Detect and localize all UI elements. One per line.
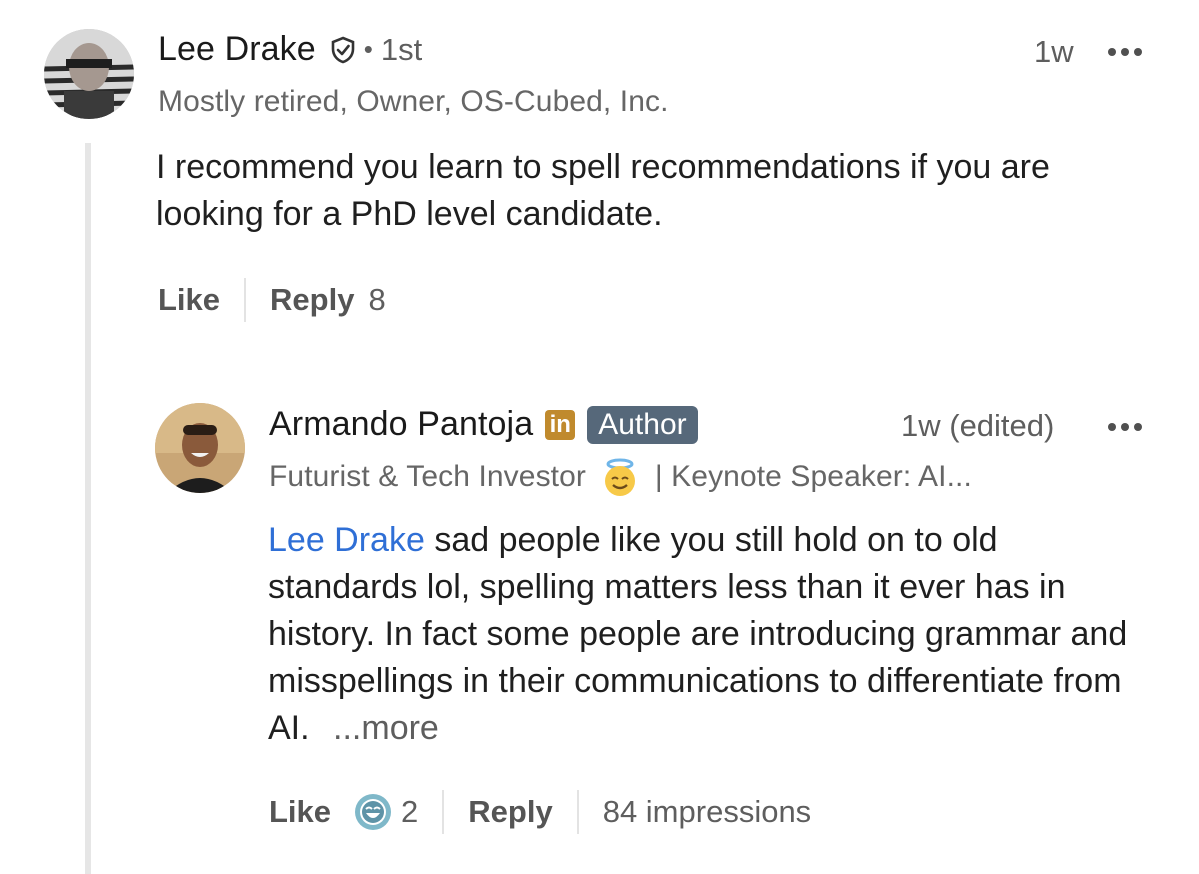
comment-actions: Like Reply 8 [158,278,386,322]
timestamp: 1w [1034,34,1074,69]
see-more-link[interactable]: ...more [333,709,439,747]
more-options-icon[interactable] [1108,423,1142,431]
linkedin-premium-icon: in [545,409,576,440]
author-name[interactable]: Lee Drake [158,30,316,69]
reply-count: 8 [368,282,386,317]
author-headline: Mostly retired, Owner, OS-Cubed, Inc. [158,85,669,118]
timestamp: 1w (edited) [901,408,1055,443]
reply-text: Lee Drake sad people like you still hold… [268,517,1153,752]
like-button[interactable]: Like [269,794,331,830]
reply-button[interactable]: Reply [270,282,354,318]
smiling-halo-emoji [600,458,640,498]
mention-link[interactable]: Lee Drake [268,521,425,559]
author-name[interactable]: Armando Pantoja [269,405,533,444]
divider [244,278,247,322]
avatar[interactable] [44,29,134,119]
shield-check-icon [330,36,356,64]
separator-dot: • [363,34,373,64]
divider [576,790,579,834]
laugh-reaction-icon[interactable] [353,792,393,832]
headline-text: Futurist & Tech Investor [269,459,586,493]
reaction-count[interactable]: 2 [401,794,418,830]
comment-thread: Lee Drake • 1st 1w Mostly retired, Owner… [0,0,1199,874]
impressions-count[interactable]: 84 impressions [603,794,811,830]
more-options-icon[interactable] [1108,48,1142,56]
avatar[interactable] [155,403,245,493]
comment-header: Lee Drake • 1st [158,30,422,69]
thread-line [85,143,91,874]
reply-actions: Like 2 Reply 84 impressions [269,790,811,834]
reply-header: Armando Pantoja in Author [269,405,698,444]
author-badge: Author [587,405,698,444]
author-headline: Futurist & Tech Investor | Keynote Speak… [269,458,972,498]
connection-degree: 1st [380,31,423,67]
divider [442,790,445,834]
like-button[interactable]: Like [158,282,220,318]
comment-text: I recommend you learn to spell recommend… [156,148,1050,233]
reply-button[interactable]: Reply [468,794,552,830]
headline-text: | Keynote Speaker: AI... [654,459,972,493]
